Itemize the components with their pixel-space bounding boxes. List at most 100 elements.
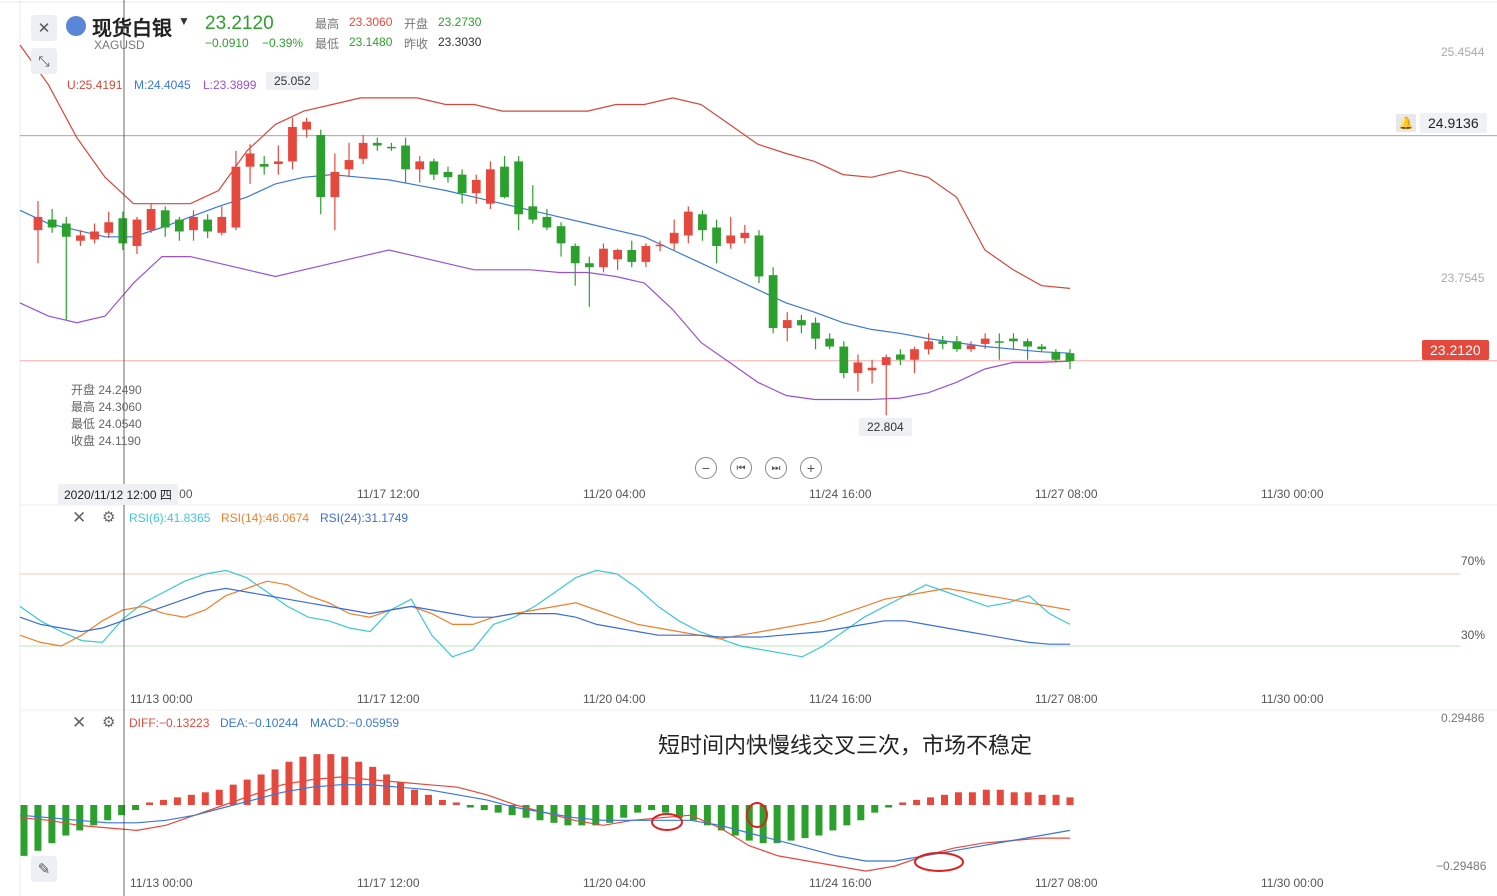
zoom-out-button[interactable]: −	[695, 457, 717, 479]
macd-bar	[857, 805, 865, 821]
zoom-in-button[interactable]: +	[800, 457, 822, 479]
candle-body	[160, 210, 170, 228]
open-label: 开盘	[404, 17, 429, 31]
candle-body	[768, 275, 778, 329]
macd-diff-line	[19, 776, 1070, 872]
crosshair-time: 2020/11/12 12:00 四	[58, 484, 178, 505]
tooltip-low: 最低 24.0540	[71, 417, 142, 431]
macd-bar	[20, 805, 28, 856]
candle-body	[1065, 353, 1075, 362]
candle-body	[528, 206, 538, 220]
candle-body	[358, 142, 368, 159]
candle-body	[782, 320, 792, 329]
chart-canvas[interactable]	[0, 0, 1497, 896]
collapse-icon[interactable]: ⤡	[31, 48, 57, 74]
macd-time-label-6: 11/30 00:00	[1261, 876, 1324, 890]
macd-bar	[801, 805, 809, 839]
go-start-button[interactable]: ⏮	[730, 457, 752, 479]
macd-bar	[592, 805, 600, 826]
candle-body	[302, 121, 311, 130]
candle-body	[259, 164, 269, 167]
candle-body	[910, 349, 919, 360]
macd-bar	[940, 794, 948, 805]
boll-mid-line	[19, 173, 1071, 354]
silver-logo-icon	[66, 16, 86, 36]
boll-upper-legend: U:25.4191	[67, 78, 123, 92]
candle-body	[726, 235, 736, 244]
candle-body	[797, 320, 806, 326]
rsi-close-icon[interactable]: ✕	[72, 508, 86, 528]
macd-bar	[494, 805, 502, 813]
rsi-time-label-4: 11/24 16:00	[809, 692, 872, 706]
candle-body	[1037, 346, 1047, 350]
close-button[interactable]: ✕	[31, 15, 57, 41]
last-price: 23.2120	[205, 13, 274, 34]
macd-bar	[773, 805, 781, 844]
macd-time-label-2: 11/17 12:00	[357, 876, 420, 890]
macd-bar	[104, 805, 112, 821]
macd-bar	[257, 774, 265, 805]
macd-time-label-4: 11/24 16:00	[809, 876, 872, 890]
macd-time-label-1: 11/13 00:00	[130, 876, 193, 890]
candle-body	[33, 216, 43, 231]
candle-body	[669, 232, 679, 244]
candle-body	[457, 174, 467, 194]
macd-bar	[815, 805, 823, 836]
candle-body	[429, 161, 439, 175]
time-label-3: 11/20 04:00	[583, 487, 646, 501]
macd-bar	[76, 805, 84, 831]
bell-icon[interactable]: 🔔	[1396, 114, 1416, 132]
candle-body	[966, 345, 976, 350]
draw-pencil-icon[interactable]: ✎	[31, 856, 57, 882]
macd-bar	[564, 805, 572, 826]
macd-axis-top: 0.29486	[1441, 711, 1485, 725]
macd-bar	[383, 774, 391, 805]
macd-bar	[731, 805, 739, 836]
current-price-tag: 23.2120	[1422, 340, 1489, 360]
rsi-level-70: 70%	[1461, 554, 1486, 568]
candle-body	[1009, 338, 1018, 342]
candle-body	[344, 160, 354, 170]
candle-body	[372, 142, 382, 146]
candle-body	[754, 235, 764, 277]
candle-body	[245, 153, 255, 167]
candle-body	[316, 134, 326, 198]
candle-body	[924, 341, 934, 350]
candle-body	[415, 161, 425, 170]
macd-time-label-5: 11/27 08:00	[1035, 876, 1098, 890]
instrument-name[interactable]: 现货白银	[92, 12, 172, 41]
macd-diff-legend: DIFF:−0.13223	[129, 716, 210, 730]
macd-dea-legend: DEA:−0.10244	[220, 716, 299, 730]
candle-body	[980, 338, 990, 344]
boll-lower-legend: L:23.3899	[203, 78, 257, 92]
go-end-button[interactable]: ⏭	[765, 457, 787, 479]
low-value: 23.1480	[349, 35, 393, 49]
candle-body	[217, 216, 227, 233]
macd-bar	[885, 805, 893, 808]
candle-body	[231, 166, 241, 228]
high-callout: 25.052	[266, 72, 319, 90]
instrument-code: XAGUSD	[94, 38, 145, 52]
macd-bar	[424, 794, 432, 805]
candle-body	[189, 216, 198, 231]
candle-body	[938, 341, 948, 344]
candle-body	[994, 341, 1004, 343]
macd-settings-icon[interactable]: ⚙	[102, 713, 115, 731]
dropdown-icon[interactable]: ▼	[178, 14, 190, 28]
candle-body	[401, 145, 410, 170]
rsi-panel	[19, 569, 1460, 658]
macd-bar	[982, 789, 990, 805]
rsi-settings-icon[interactable]: ⚙	[102, 508, 115, 526]
macd-bar	[132, 805, 140, 811]
rsi-level-30: 30%	[1461, 628, 1486, 642]
macd-bar	[871, 805, 879, 813]
alert-line-price[interactable]: 24.9136	[1420, 113, 1487, 133]
cross-marker-1	[651, 813, 683, 831]
candle-body	[203, 219, 213, 232]
macd-close-icon[interactable]: ✕	[72, 713, 86, 733]
candle-body	[811, 322, 820, 339]
macd-bar	[620, 805, 628, 818]
macd-bar	[1066, 797, 1074, 805]
candle-body	[655, 244, 665, 247]
macd-bar	[355, 761, 363, 805]
